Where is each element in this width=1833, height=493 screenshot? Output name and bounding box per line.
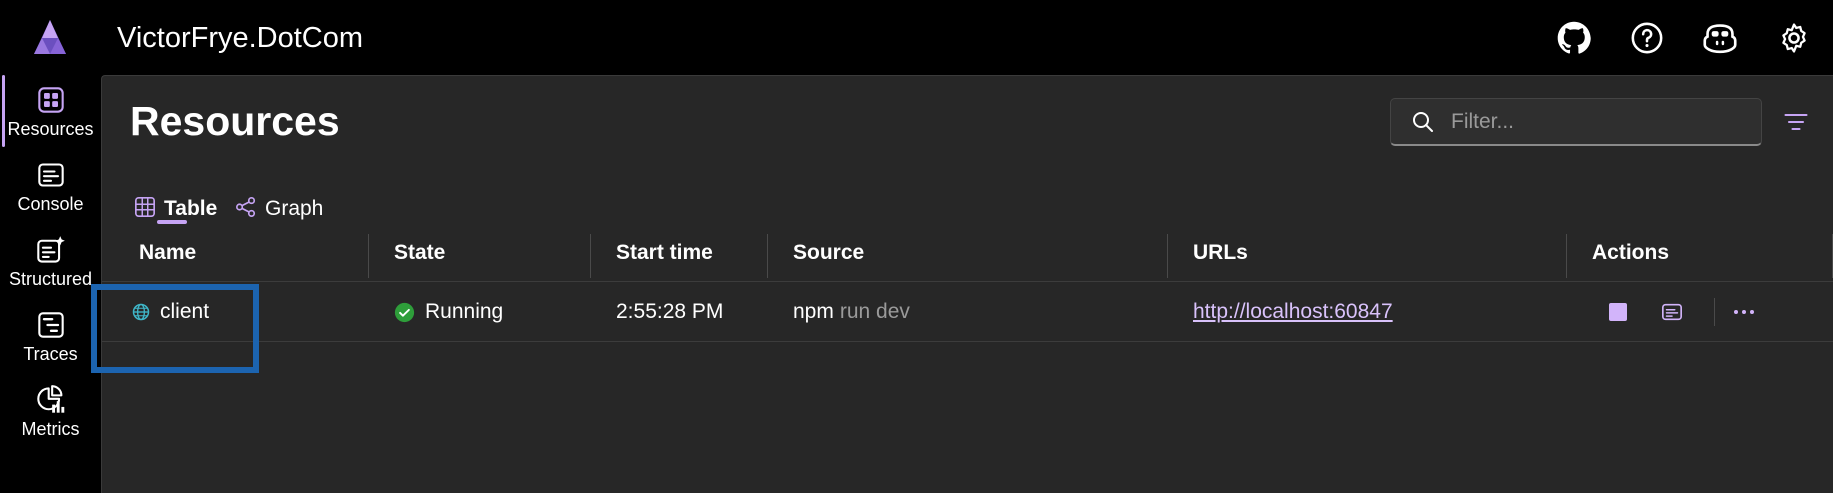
highlight-box [91, 284, 259, 373]
sidebar-item-metrics[interactable]: Metrics [0, 375, 101, 447]
more-horizontal-icon [1732, 308, 1756, 316]
endpoint-link[interactable]: http://localhost:60847 [1193, 300, 1393, 324]
table-icon [134, 196, 156, 223]
help-icon[interactable] [1627, 18, 1667, 58]
column-header-name[interactable]: Name [139, 224, 196, 282]
more-actions-button[interactable] [1730, 298, 1758, 326]
sidebar-item-traces[interactable]: Traces [0, 300, 101, 372]
search-icon [1411, 110, 1435, 139]
sidebar-item-label: Structured [8, 269, 93, 289]
stop-button[interactable] [1604, 298, 1632, 326]
start-time-cell: 2:55:28 PM [616, 300, 724, 323]
state-cell: Running [394, 282, 503, 342]
table-header: Name State Start time Source URLs Action… [102, 224, 1833, 282]
filter-lines-icon[interactable] [1782, 108, 1810, 136]
sidebar: Resources Console Structured Traces Metr… [0, 75, 101, 493]
column-header-source[interactable]: Source [793, 224, 864, 282]
github-icon[interactable] [1554, 18, 1594, 58]
console-icon [34, 158, 68, 192]
sidebar-item-label: Console [17, 194, 84, 214]
source-command: npm [793, 300, 834, 323]
top-bar: VictorFrye.DotCom [0, 0, 1833, 75]
structured-icon [34, 233, 68, 267]
column-header-state[interactable]: State [394, 224, 445, 282]
tab-label: Table [164, 197, 218, 220]
source-args: run dev [839, 300, 910, 323]
tab-label: Graph [265, 197, 324, 220]
sidebar-item-console[interactable]: Console [0, 150, 101, 222]
console-icon [1661, 301, 1683, 323]
column-header-actions: Actions [1592, 241, 1670, 264]
column-divider[interactable] [368, 234, 369, 278]
state-text: Running [425, 300, 504, 323]
check-circle-icon [394, 302, 415, 323]
url-cell: http://localhost:60847 [1193, 282, 1393, 342]
traces-icon [34, 308, 68, 342]
metrics-icon [34, 383, 68, 417]
main-panel: Resources Table Graph Name State Start t… [101, 75, 1833, 493]
table-row[interactable]: client Running 2:55:28 PM npm run dev ht… [102, 282, 1833, 342]
column-divider[interactable] [1566, 234, 1567, 278]
sidebar-item-structured[interactable]: Structured [0, 225, 101, 297]
settings-icon[interactable] [1774, 18, 1814, 58]
stop-icon [1609, 303, 1627, 321]
app-title: VictorFrye.DotCom [117, 22, 364, 54]
column-divider[interactable] [1167, 234, 1168, 278]
sidebar-item-label: Resources [7, 119, 94, 139]
sidebar-item-label: Traces [23, 344, 78, 364]
console-logs-button[interactable] [1658, 298, 1686, 326]
filter-box[interactable] [1390, 98, 1762, 146]
source-cell: npm run dev [793, 282, 910, 342]
actions-divider [1714, 298, 1715, 326]
filter-input[interactable] [1451, 107, 1741, 137]
sidebar-item-resources[interactable]: Resources [0, 75, 101, 147]
aspire-logo-icon[interactable] [28, 18, 72, 58]
page-title: Resources [130, 98, 340, 144]
tab-graph[interactable]: Graph [235, 189, 323, 229]
graph-icon [235, 196, 257, 223]
resources-icon [34, 83, 68, 117]
column-divider[interactable] [590, 234, 591, 278]
column-header-start-time[interactable]: Start time [616, 224, 713, 282]
copilot-icon[interactable] [1700, 18, 1740, 58]
column-divider[interactable] [767, 234, 768, 278]
active-indicator [2, 75, 5, 147]
column-header-urls[interactable]: URLs [1193, 224, 1248, 282]
sidebar-item-label: Metrics [21, 419, 80, 439]
